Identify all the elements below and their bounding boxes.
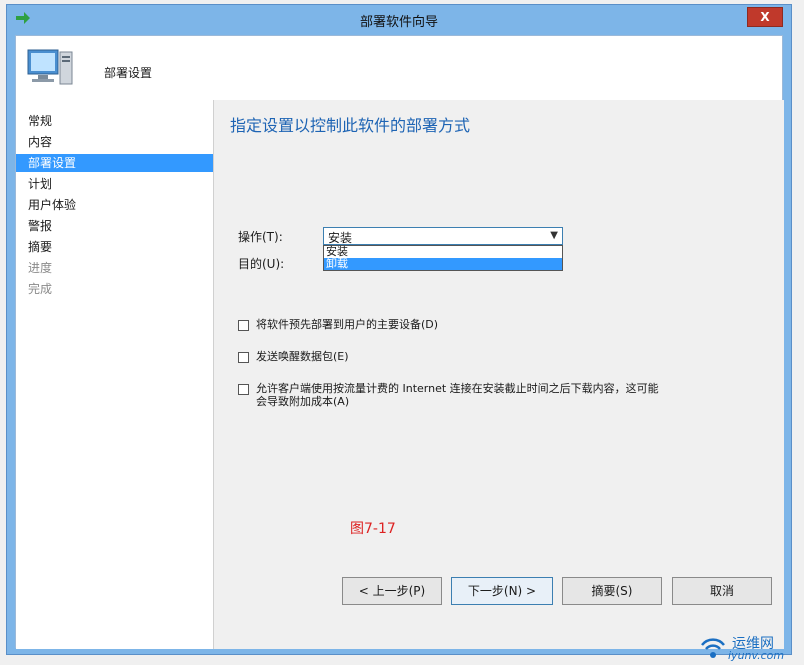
- title-bar[interactable]: 部署软件向导 X: [7, 5, 791, 33]
- sidebar-item-content[interactable]: 内容: [16, 133, 213, 151]
- dropdown-option-install[interactable]: 安装: [324, 246, 562, 258]
- sidebar-item-deployment-settings[interactable]: 部署设置: [16, 154, 213, 172]
- sidebar-item-schedule[interactable]: 计划: [16, 175, 213, 193]
- page-title: 部署设置: [104, 66, 153, 80]
- action-label: 操作(T):: [238, 230, 283, 244]
- wizard-client-area: 部署设置 常规 内容 部署设置 计划 用户体验 警报 摘要 进度 完成 指定设置…: [15, 35, 784, 649]
- content-heading: 指定设置以控制此软件的部署方式: [230, 116, 471, 135]
- action-select[interactable]: 安装 ▼: [323, 227, 563, 245]
- wakeup-checkbox[interactable]: [238, 352, 249, 363]
- site-watermark: 运维网 iyunv.com: [698, 633, 798, 663]
- action-dropdown-list: 安装 卸载: [323, 245, 563, 271]
- watermark-url: iyunv.com: [728, 649, 785, 662]
- computer-icon: [27, 49, 73, 85]
- wizard-sidebar: 常规 内容 部署设置 计划 用户体验 警报 摘要 进度 完成: [16, 100, 214, 649]
- sidebar-item-user-experience[interactable]: 用户体验: [16, 196, 213, 214]
- figure-caption: 图7-17: [350, 521, 396, 537]
- purpose-label: 目的(U):: [238, 257, 285, 271]
- sidebar-item-progress: 进度: [28, 261, 53, 275]
- wizard-window: 部署软件向导 X 部署设置 常规 内容 部署设置 计划 用户体验 警报 摘要 进…: [6, 4, 792, 655]
- sidebar-item-alerts[interactable]: 警报: [16, 217, 213, 235]
- next-button[interactable]: 下一步(N) >: [451, 577, 553, 605]
- wifi-logo-icon: [701, 638, 725, 658]
- cancel-button[interactable]: 取消: [672, 577, 772, 605]
- wizard-header: 部署设置: [16, 36, 782, 101]
- sidebar-item-summary[interactable]: 摘要: [16, 238, 213, 256]
- chevron-down-icon[interactable]: ▼: [550, 230, 558, 241]
- summary-button[interactable]: 摘要(S): [562, 577, 662, 605]
- predeploy-checkbox-label: 将软件预先部署到用户的主要设备(D): [256, 318, 439, 331]
- wakeup-checkbox-label: 发送唤醒数据包(E): [256, 350, 349, 363]
- previous-button[interactable]: < 上一步(P): [342, 577, 442, 605]
- dropdown-option-uninstall[interactable]: 卸载: [324, 258, 562, 270]
- sidebar-item-completion: 完成: [28, 282, 53, 296]
- metered-checkbox[interactable]: [238, 384, 249, 395]
- predeploy-checkbox[interactable]: [238, 320, 249, 331]
- window-title: 部署软件向导: [359, 15, 438, 30]
- action-select-value: 安装: [328, 231, 353, 245]
- sidebar-item-general[interactable]: 常规: [16, 112, 213, 130]
- close-button[interactable]: X: [747, 7, 783, 27]
- wizard-content: 指定设置以控制此软件的部署方式 操作(T): 目的(U): 安装 ▼ 安装 卸载…: [214, 100, 784, 649]
- metered-checkbox-label: 允许客户端使用按流量计费的 Internet 连接在安装截止时间之后下载内容，这…: [256, 382, 659, 408]
